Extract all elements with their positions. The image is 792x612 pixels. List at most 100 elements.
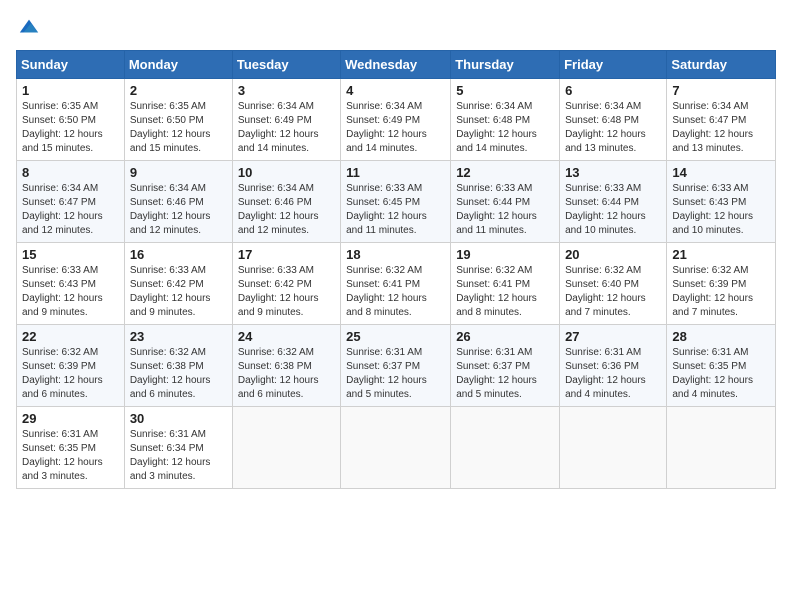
day-info: Sunrise: 6:32 AM Sunset: 6:40 PM Dayligh… <box>565 264 661 320</box>
day-number: 15 <box>22 247 119 262</box>
calendar-table: SundayMondayTuesdayWednesdayThursdayFrid… <box>16 50 776 489</box>
calendar-cell: 15 Sunrise: 6:33 AM Sunset: 6:43 PM Dayl… <box>17 243 125 325</box>
day-info: Sunrise: 6:32 AM Sunset: 6:39 PM Dayligh… <box>672 264 770 320</box>
day-number: 13 <box>565 165 661 180</box>
day-info: Sunrise: 6:32 AM Sunset: 6:39 PM Dayligh… <box>22 346 119 402</box>
calendar-cell: 10 Sunrise: 6:34 AM Sunset: 6:46 PM Dayl… <box>232 161 340 243</box>
day-info: Sunrise: 6:34 AM Sunset: 6:46 PM Dayligh… <box>238 182 335 238</box>
day-info: Sunrise: 6:34 AM Sunset: 6:48 PM Dayligh… <box>456 100 554 156</box>
calendar-cell: 16 Sunrise: 6:33 AM Sunset: 6:42 PM Dayl… <box>124 243 232 325</box>
calendar-cell <box>451 407 560 489</box>
calendar-week-4: 22 Sunrise: 6:32 AM Sunset: 6:39 PM Dayl… <box>17 325 776 407</box>
calendar-week-3: 15 Sunrise: 6:33 AM Sunset: 6:43 PM Dayl… <box>17 243 776 325</box>
day-info: Sunrise: 6:32 AM Sunset: 6:38 PM Dayligh… <box>238 346 335 402</box>
calendar-body: 1 Sunrise: 6:35 AM Sunset: 6:50 PM Dayli… <box>17 79 776 489</box>
calendar-cell: 11 Sunrise: 6:33 AM Sunset: 6:45 PM Dayl… <box>341 161 451 243</box>
day-info: Sunrise: 6:32 AM Sunset: 6:41 PM Dayligh… <box>346 264 445 320</box>
day-info: Sunrise: 6:31 AM Sunset: 6:34 PM Dayligh… <box>130 428 227 484</box>
day-info: Sunrise: 6:31 AM Sunset: 6:35 PM Dayligh… <box>22 428 119 484</box>
header-day-monday: Monday <box>124 51 232 79</box>
day-number: 5 <box>456 83 554 98</box>
calendar-cell: 26 Sunrise: 6:31 AM Sunset: 6:37 PM Dayl… <box>451 325 560 407</box>
day-info: Sunrise: 6:33 AM Sunset: 6:43 PM Dayligh… <box>22 264 119 320</box>
header-row: SundayMondayTuesdayWednesdayThursdayFrid… <box>17 51 776 79</box>
day-number: 30 <box>130 411 227 426</box>
calendar-cell: 14 Sunrise: 6:33 AM Sunset: 6:43 PM Dayl… <box>667 161 776 243</box>
day-number: 16 <box>130 247 227 262</box>
day-number: 17 <box>238 247 335 262</box>
day-number: 6 <box>565 83 661 98</box>
day-number: 21 <box>672 247 770 262</box>
day-info: Sunrise: 6:31 AM Sunset: 6:36 PM Dayligh… <box>565 346 661 402</box>
calendar-cell: 20 Sunrise: 6:32 AM Sunset: 6:40 PM Dayl… <box>560 243 667 325</box>
header-day-tuesday: Tuesday <box>232 51 340 79</box>
day-info: Sunrise: 6:34 AM Sunset: 6:48 PM Dayligh… <box>565 100 661 156</box>
day-number: 11 <box>346 165 445 180</box>
calendar-cell: 5 Sunrise: 6:34 AM Sunset: 6:48 PM Dayli… <box>451 79 560 161</box>
logo <box>16 16 40 38</box>
day-info: Sunrise: 6:33 AM Sunset: 6:42 PM Dayligh… <box>130 264 227 320</box>
day-number: 8 <box>22 165 119 180</box>
day-number: 12 <box>456 165 554 180</box>
day-info: Sunrise: 6:35 AM Sunset: 6:50 PM Dayligh… <box>130 100 227 156</box>
header-day-saturday: Saturday <box>667 51 776 79</box>
day-info: Sunrise: 6:32 AM Sunset: 6:41 PM Dayligh… <box>456 264 554 320</box>
calendar-cell: 27 Sunrise: 6:31 AM Sunset: 6:36 PM Dayl… <box>560 325 667 407</box>
calendar-cell <box>560 407 667 489</box>
page-header <box>16 16 776 38</box>
calendar-week-1: 1 Sunrise: 6:35 AM Sunset: 6:50 PM Dayli… <box>17 79 776 161</box>
calendar-cell: 23 Sunrise: 6:32 AM Sunset: 6:38 PM Dayl… <box>124 325 232 407</box>
calendar-cell <box>232 407 340 489</box>
day-number: 27 <box>565 329 661 344</box>
day-info: Sunrise: 6:33 AM Sunset: 6:42 PM Dayligh… <box>238 264 335 320</box>
day-info: Sunrise: 6:33 AM Sunset: 6:44 PM Dayligh… <box>456 182 554 238</box>
calendar-cell: 4 Sunrise: 6:34 AM Sunset: 6:49 PM Dayli… <box>341 79 451 161</box>
day-number: 22 <box>22 329 119 344</box>
calendar-header: SundayMondayTuesdayWednesdayThursdayFrid… <box>17 51 776 79</box>
day-number: 14 <box>672 165 770 180</box>
day-info: Sunrise: 6:31 AM Sunset: 6:37 PM Dayligh… <box>346 346 445 402</box>
calendar-cell: 1 Sunrise: 6:35 AM Sunset: 6:50 PM Dayli… <box>17 79 125 161</box>
calendar-cell: 29 Sunrise: 6:31 AM Sunset: 6:35 PM Dayl… <box>17 407 125 489</box>
calendar-cell: 2 Sunrise: 6:35 AM Sunset: 6:50 PM Dayli… <box>124 79 232 161</box>
calendar-cell: 25 Sunrise: 6:31 AM Sunset: 6:37 PM Dayl… <box>341 325 451 407</box>
calendar-cell: 12 Sunrise: 6:33 AM Sunset: 6:44 PM Dayl… <box>451 161 560 243</box>
day-number: 18 <box>346 247 445 262</box>
calendar-cell: 6 Sunrise: 6:34 AM Sunset: 6:48 PM Dayli… <box>560 79 667 161</box>
day-number: 20 <box>565 247 661 262</box>
day-info: Sunrise: 6:33 AM Sunset: 6:44 PM Dayligh… <box>565 182 661 238</box>
day-number: 28 <box>672 329 770 344</box>
header-day-friday: Friday <box>560 51 667 79</box>
calendar-cell <box>667 407 776 489</box>
day-info: Sunrise: 6:34 AM Sunset: 6:46 PM Dayligh… <box>130 182 227 238</box>
day-info: Sunrise: 6:34 AM Sunset: 6:47 PM Dayligh… <box>22 182 119 238</box>
day-number: 29 <box>22 411 119 426</box>
day-number: 3 <box>238 83 335 98</box>
day-number: 2 <box>130 83 227 98</box>
day-info: Sunrise: 6:31 AM Sunset: 6:35 PM Dayligh… <box>672 346 770 402</box>
day-number: 26 <box>456 329 554 344</box>
calendar-cell: 3 Sunrise: 6:34 AM Sunset: 6:49 PM Dayli… <box>232 79 340 161</box>
calendar-cell: 28 Sunrise: 6:31 AM Sunset: 6:35 PM Dayl… <box>667 325 776 407</box>
day-info: Sunrise: 6:31 AM Sunset: 6:37 PM Dayligh… <box>456 346 554 402</box>
calendar-cell: 9 Sunrise: 6:34 AM Sunset: 6:46 PM Dayli… <box>124 161 232 243</box>
calendar-cell: 13 Sunrise: 6:33 AM Sunset: 6:44 PM Dayl… <box>560 161 667 243</box>
day-info: Sunrise: 6:35 AM Sunset: 6:50 PM Dayligh… <box>22 100 119 156</box>
day-number: 10 <box>238 165 335 180</box>
calendar-cell: 22 Sunrise: 6:32 AM Sunset: 6:39 PM Dayl… <box>17 325 125 407</box>
calendar-cell: 19 Sunrise: 6:32 AM Sunset: 6:41 PM Dayl… <box>451 243 560 325</box>
day-number: 4 <box>346 83 445 98</box>
calendar-week-2: 8 Sunrise: 6:34 AM Sunset: 6:47 PM Dayli… <box>17 161 776 243</box>
calendar-cell: 7 Sunrise: 6:34 AM Sunset: 6:47 PM Dayli… <box>667 79 776 161</box>
day-info: Sunrise: 6:32 AM Sunset: 6:38 PM Dayligh… <box>130 346 227 402</box>
day-info: Sunrise: 6:33 AM Sunset: 6:45 PM Dayligh… <box>346 182 445 238</box>
day-number: 9 <box>130 165 227 180</box>
day-number: 24 <box>238 329 335 344</box>
logo-icon <box>18 16 40 38</box>
day-number: 25 <box>346 329 445 344</box>
calendar-cell: 30 Sunrise: 6:31 AM Sunset: 6:34 PM Dayl… <box>124 407 232 489</box>
day-info: Sunrise: 6:34 AM Sunset: 6:49 PM Dayligh… <box>238 100 335 156</box>
header-day-thursday: Thursday <box>451 51 560 79</box>
day-info: Sunrise: 6:34 AM Sunset: 6:47 PM Dayligh… <box>672 100 770 156</box>
calendar-cell: 8 Sunrise: 6:34 AM Sunset: 6:47 PM Dayli… <box>17 161 125 243</box>
